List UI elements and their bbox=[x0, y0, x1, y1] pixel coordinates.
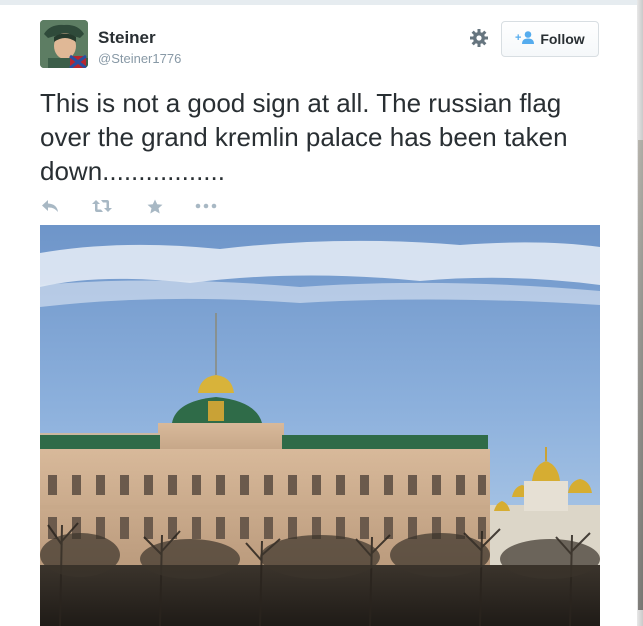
gear-icon[interactable] bbox=[469, 28, 489, 48]
kremlin-palace-photo bbox=[40, 225, 600, 626]
more-icon[interactable] bbox=[195, 196, 217, 216]
tweet-text: This is not a good sign at all. The russ… bbox=[40, 88, 568, 186]
author-screen-name[interactable]: @Steiner1776 bbox=[98, 51, 181, 66]
follow-button[interactable]: + Follow bbox=[501, 21, 599, 57]
retweet-icon[interactable] bbox=[92, 196, 112, 216]
svg-text:+: + bbox=[515, 32, 521, 44]
reply-icon[interactable] bbox=[41, 196, 59, 216]
author-display-name[interactable]: Steiner bbox=[98, 28, 156, 48]
add-user-icon: + bbox=[515, 30, 535, 49]
top-border bbox=[0, 0, 643, 5]
avatar[interactable] bbox=[40, 20, 88, 68]
tweet-photo[interactable] bbox=[40, 225, 600, 626]
favorite-icon[interactable] bbox=[147, 196, 163, 216]
follow-label: Follow bbox=[540, 31, 585, 47]
adjacent-window-strip bbox=[638, 140, 643, 610]
